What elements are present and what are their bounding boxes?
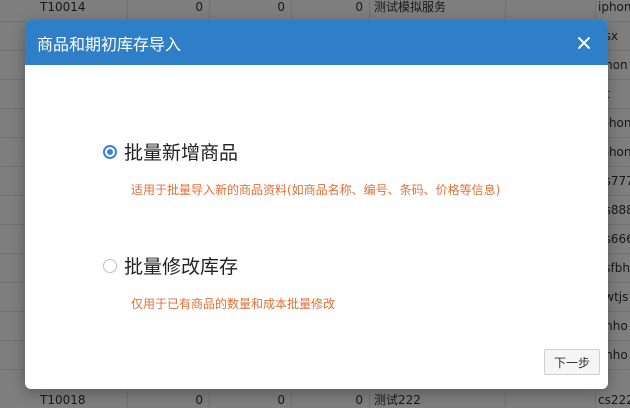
dialog-header: 商品和期初库存导入	[25, 20, 608, 65]
radio-batch-add-products[interactable]	[103, 144, 117, 159]
option-batch-modify-stock[interactable]: 批量修改库存	[103, 252, 238, 279]
option-description: 仅用于已有商品的数量和成本批量修改	[131, 297, 336, 311]
option-label: 批量新增商品	[124, 142, 239, 164]
radio-batch-modify-stock[interactable]	[103, 258, 117, 273]
next-button[interactable]: 下一步	[543, 349, 600, 375]
option-batch-add-products[interactable]: 批量新增商品	[103, 138, 238, 165]
option-label: 批量修改库存	[124, 256, 239, 278]
dialog-title: 商品和期初库存导入	[37, 34, 182, 54]
import-dialog: 商品和期初库存导入 批量新增商品 适用于批量导入新的商品资料(如商品名称、编号、…	[25, 20, 608, 389]
close-icon[interactable]	[574, 33, 594, 53]
option-description: 适用于批量导入新的商品资料(如商品名称、编号、条码、价格等信息)	[131, 183, 501, 197]
